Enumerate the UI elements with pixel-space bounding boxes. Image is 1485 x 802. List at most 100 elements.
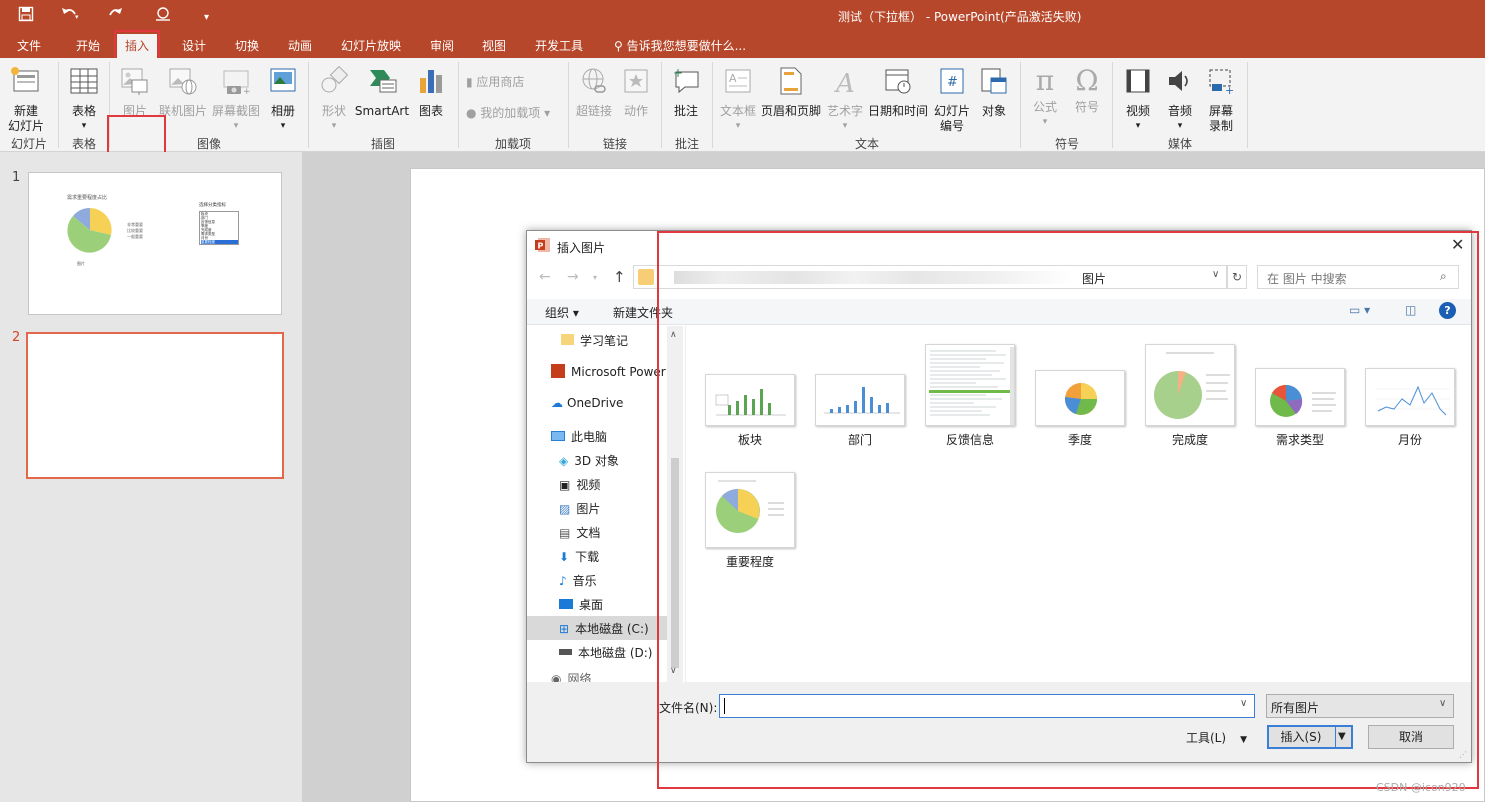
watermark: CSDN @icon920 xyxy=(1376,781,1466,794)
slide-thumbnail-2[interactable] xyxy=(26,332,284,479)
tell-me-search[interactable]: ⚲ 告诉我您想要做什么... xyxy=(614,37,746,54)
shapes-button[interactable]: 形状 ▾ xyxy=(316,65,352,134)
header-footer-icon xyxy=(760,66,822,100)
dialog-title: 插入图片 xyxy=(557,241,606,255)
tab-view[interactable]: 视图 xyxy=(482,37,506,54)
up-arrow-icon[interactable]: ↑ xyxy=(613,268,626,286)
image-icon: ▨ xyxy=(559,502,571,516)
shapes-label: 形状 xyxy=(321,104,346,118)
picture-button[interactable]: 图片 xyxy=(114,66,156,119)
wordart-button[interactable]: A 艺术字 ▾ xyxy=(824,66,866,134)
group-label-slides: 幻灯片 xyxy=(10,137,47,151)
nav-3d-objects[interactable]: ◈ 3D 对象 xyxy=(559,452,619,469)
nav-study-notes[interactable]: 学习笔记 xyxy=(561,332,628,349)
tab-file[interactable]: 文件 xyxy=(17,37,41,54)
tab-animations[interactable]: 动画 xyxy=(288,37,312,54)
tab-design[interactable]: 设计 xyxy=(182,37,206,54)
nav-local-disk-d[interactable]: 本地磁盘 (D:) xyxy=(559,644,652,661)
nav-documents[interactable]: ▤ 文档 xyxy=(559,524,600,541)
back-arrow-icon[interactable]: ← xyxy=(539,269,551,285)
chart-button[interactable]: 图表 xyxy=(414,66,448,119)
nav-videos[interactable]: ▣ 视频 xyxy=(559,476,600,493)
film-icon xyxy=(1120,66,1156,100)
tab-slideshow[interactable]: 幻灯片放映 xyxy=(341,37,401,54)
group-label-links: 链接 xyxy=(602,137,627,151)
online-picture-button[interactable]: 联机图片 xyxy=(158,66,208,119)
nav-desktop[interactable]: 桌面 xyxy=(559,596,603,613)
smartart-button[interactable]: SmartArt xyxy=(354,66,410,119)
object-label: 对象 xyxy=(981,104,1006,118)
my-addins-button[interactable]: ● 我的加载项 ▾ xyxy=(466,104,550,121)
desktop-icon xyxy=(559,599,573,609)
nav-this-pc[interactable]: 此电脑 xyxy=(551,428,607,445)
nav-network[interactable]: ◉ 网络 xyxy=(551,670,592,682)
textbox-icon: A xyxy=(716,66,760,100)
nav-local-disk-c[interactable]: ⊞ 本地磁盘 (C:) xyxy=(559,620,649,637)
powerpoint-icon xyxy=(551,364,565,378)
audio-button[interactable]: 音频 ▾ xyxy=(1162,66,1198,134)
nav-onedrive[interactable]: ☁ OneDrive xyxy=(551,396,623,410)
folder-icon xyxy=(561,334,574,345)
ribbon: 新建 幻灯片 表格 ▾ 图片 联机图片 + 屏幕截图 ▾ 相册 ▾ 形状 ▾ S… xyxy=(0,58,1485,173)
pi-icon: π xyxy=(1035,64,1055,97)
new-slide-button[interactable]: 新建 幻灯片 xyxy=(4,66,48,134)
organize-button[interactable]: 组织 ▾ xyxy=(545,304,579,321)
screenshot-label: 屏幕截图 xyxy=(211,104,260,118)
video-button[interactable]: 视频 ▾ xyxy=(1120,66,1156,134)
shapes-icon xyxy=(316,65,352,100)
slide-number-button[interactable]: # 幻灯片 编号 xyxy=(930,66,974,134)
screenshot-icon: + xyxy=(210,66,262,100)
customize-toolbar-icon[interactable]: ▾ xyxy=(204,9,209,27)
title-bar: ▾ ▾ 测试（下拉框） - PowerPoint(产品激活失败) xyxy=(0,0,1485,32)
nav-downloads[interactable]: ⬇ 下载 xyxy=(559,548,599,565)
store-button[interactable]: ▮ 应用商店 xyxy=(466,73,524,90)
lightbulb-icon: ⚲ xyxy=(614,39,627,53)
document-icon: ▤ xyxy=(559,526,571,540)
table-label: 表格 xyxy=(71,104,96,118)
action-button[interactable]: 动作 xyxy=(618,66,654,119)
symbol-button[interactable]: Ω 符号 xyxy=(1068,66,1106,115)
audio-label: 音频 xyxy=(1167,104,1192,118)
table-button[interactable]: 表格 ▾ xyxy=(66,66,102,134)
video-label: 视频 xyxy=(1125,104,1150,118)
screenshot-button[interactable]: + 屏幕截图 ▾ xyxy=(210,66,262,134)
svg-text:A: A xyxy=(834,69,855,96)
recent-dropdown-icon[interactable]: ▾ xyxy=(593,273,597,282)
wordart-label: 艺术字 xyxy=(826,104,863,118)
group-label-text: 文本 xyxy=(854,137,879,151)
forward-arrow-icon[interactable]: → xyxy=(567,269,579,285)
photo-album-button[interactable]: 相册 ▾ xyxy=(266,66,300,134)
hyperlink-button[interactable]: 超链接 xyxy=(574,66,614,119)
chart-icon xyxy=(414,66,448,100)
save-icon[interactable] xyxy=(18,6,34,26)
store-label: 应用商店 xyxy=(476,75,525,89)
thumb-chart-title: 需求重要程度占比 xyxy=(67,195,108,201)
object-button[interactable]: 对象 xyxy=(976,66,1012,119)
group-label-symbols: 符号 xyxy=(1054,137,1079,151)
undo-icon[interactable]: ▾ xyxy=(60,6,80,26)
textbox-label: 文本框 xyxy=(719,104,756,118)
nav-microsoft-powerpoint[interactable]: Microsoft Power xyxy=(551,364,666,379)
datetime-button[interactable]: 日期和时间 xyxy=(866,66,930,119)
svg-text:#: # xyxy=(947,75,958,90)
comment-button[interactable]: + 批注 xyxy=(668,66,704,119)
group-label-comments: 批注 xyxy=(674,137,699,151)
slide-thumbnail-1[interactable]: 需求重要程度占比 非常重要 比较重要 一般重要 图片 选择分类指标 板块 部门 反馈信息… xyxy=(28,172,282,315)
tab-developer[interactable]: 开发工具 xyxy=(535,37,583,54)
music-note-icon: ♪ xyxy=(559,574,567,588)
smartart-label: SmartArt xyxy=(354,104,410,118)
touch-mode-icon[interactable] xyxy=(154,6,172,26)
svg-text:▾: ▾ xyxy=(75,13,79,21)
tab-transitions[interactable]: 切换 xyxy=(235,37,259,54)
textbox-button[interactable]: A 文本框 ▾ xyxy=(716,66,760,134)
header-footer-button[interactable]: 页眉和页脚 xyxy=(760,66,822,119)
tab-home[interactable]: 开始 xyxy=(76,37,100,54)
thumb-caption: 图片 xyxy=(77,261,85,266)
screen-record-button[interactable]: + 屏幕 录制 xyxy=(1202,66,1240,134)
nav-music[interactable]: ♪ 音乐 xyxy=(559,572,597,589)
slide-number-2: 2 xyxy=(12,330,21,345)
redo-icon[interactable] xyxy=(108,6,124,26)
nav-pictures[interactable]: ▨ 图片 xyxy=(559,500,600,517)
equation-button[interactable]: π 公式 ▾ xyxy=(1026,66,1064,130)
tab-review[interactable]: 审阅 xyxy=(430,37,454,54)
